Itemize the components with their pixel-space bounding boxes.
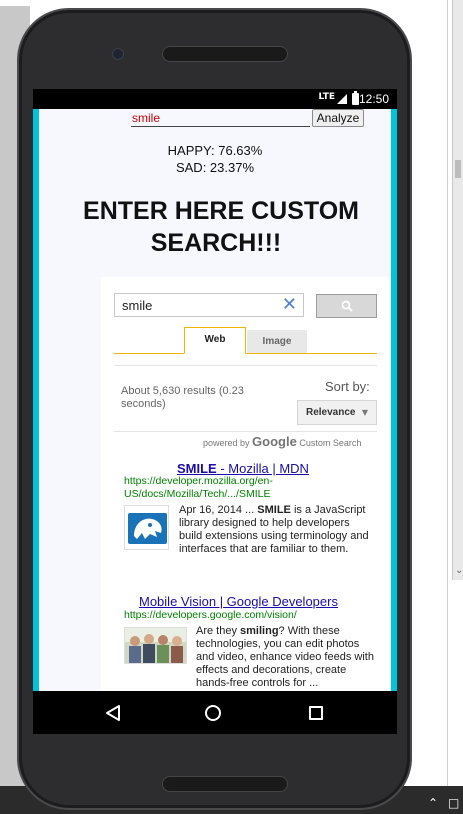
status-bar: LTE 12:50 [33,89,397,109]
caret-up-icon[interactable]: ⌃ [428,796,438,810]
title-line-1: ENTER HERE CUSTOM [83,197,359,225]
front-camera [112,48,124,60]
result-url[interactable]: https://developers.google.com/vision/ [124,609,374,622]
title-line-2: SEARCH!!! [150,229,282,257]
snippet-bold: SMILE [257,504,291,516]
custom-search-widget: smile ✕ Web Image About 5,630 results (0… [101,277,391,691]
chevron-down-icon[interactable]: ⌄ [455,565,463,576]
snippet-pre: Are they [196,625,241,637]
result-title-link[interactable]: SMILE - Mozilla | MDN [177,461,309,476]
sad-score: SAD: 23.37% [175,160,255,175]
result-snippet: Apr 16, 2014 ... SMILE is a JavaScript l… [179,504,374,556]
tab-image[interactable]: Image [247,330,307,353]
google-logo: Google [252,434,297,449]
page-title: ENTER HERE CUSTOM SEARCH!!! [39,195,391,259]
divider [114,431,377,432]
powered-by-google[interactable]: powered by Google Custom Search [203,434,383,449]
result-title-bold: SMILE [177,461,217,476]
tab-web[interactable]: Web [184,327,246,354]
desktop-background [0,0,447,6]
recent-apps-icon[interactable] [309,706,323,720]
happy-score: HAPPY: 76.63% [167,143,263,158]
battery-icon [352,91,359,105]
taskbar-tray-icon[interactable]: □ [448,796,459,810]
android-nav-bar [33,691,397,734]
snippet-date: Apr 16, 2014 ... [179,504,255,516]
result-title-rest: - Mozilla | MDN [216,461,309,476]
sort-select[interactable]: Relevance ▼ [297,400,377,425]
phone-speaker-bottom [162,776,288,792]
result-snippet: Are they smiling? With these technologie… [196,625,376,690]
desktop-stage: ⌄ ⌃ □ LTE 12:50 smile Analyze HAPPY: 76.… [0,0,463,814]
search-button[interactable] [316,294,377,318]
text-input[interactable]: smile [131,111,310,127]
caret-down-icon: ▼ [361,408,368,417]
phone-speaker-top [162,46,288,62]
desktop-scrollbar[interactable] [452,0,463,580]
analyze-button[interactable]: Analyze [312,109,364,127]
back-icon[interactable] [105,704,121,722]
desktop-scrollbar-thumb[interactable] [455,160,461,178]
network-type: LTE [318,92,335,102]
search-icon [341,300,353,312]
home-icon[interactable] [205,705,221,721]
app-content: smile Analyze HAPPY: 76.63% SAD: 23.37% … [39,109,391,691]
results-count: About 5,630 results (0.23 seconds) [121,385,244,410]
clear-icon[interactable]: ✕ [282,295,297,315]
search-input[interactable]: smile ✕ [114,293,304,317]
sort-value: Relevance [306,407,356,418]
divider [114,365,377,366]
result-url[interactable]: https://developer.mozilla.org/en-US/docs… [124,475,370,501]
phone-screen: LTE 12:50 smile Analyze HAPPY: 76.63% SA… [33,89,397,734]
signal-icon [337,94,347,104]
mdn-logo-icon[interactable] [124,505,169,550]
search-query: smile [122,298,153,313]
sort-label: Sort by: [325,379,370,394]
people-photo-icon[interactable] [124,627,187,664]
powered-by-text: powered by [203,438,250,448]
custom-search-text: Custom Search [299,438,362,448]
app-container: smile Analyze HAPPY: 76.63% SAD: 23.37% … [33,109,397,691]
result-title-link[interactable]: Mobile Vision | Google Developers [139,594,338,609]
snippet-bold: smiling [240,625,279,637]
status-time: 12:50 [358,92,389,106]
